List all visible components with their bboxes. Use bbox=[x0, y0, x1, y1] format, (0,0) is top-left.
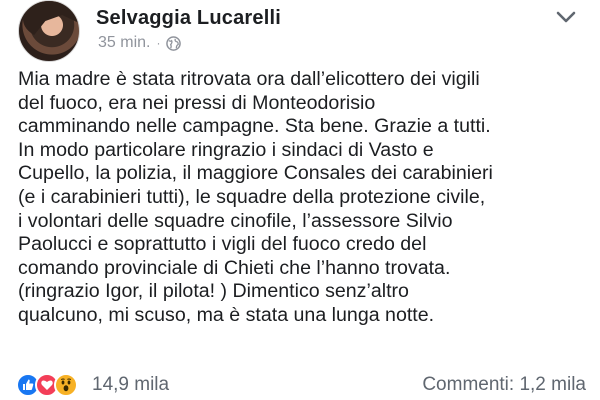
post-text-line: (ringrazio Igor, il pilota! ) Dimentico … bbox=[18, 280, 409, 303]
globe-icon[interactable] bbox=[166, 35, 182, 51]
post-header: Selvaggia Lucarelli 35 min. · bbox=[0, 0, 600, 64]
post-text-line: camminando nelle campagne. Sta bene. Gra… bbox=[18, 115, 491, 138]
post-text-line: Cupello, la polizia, il maggiore Consale… bbox=[18, 162, 493, 185]
post-text-line: del fuoco, era nei pressi di Monteodoris… bbox=[18, 91, 376, 114]
reaction-count[interactable]: 14,9 mila bbox=[92, 374, 169, 396]
post-text: Mia madre è stata ritrovata ora dall’eli… bbox=[18, 68, 590, 328]
post-time[interactable]: 35 min. bbox=[98, 34, 150, 52]
post-meta: 35 min. · bbox=[98, 34, 182, 52]
avatar-hair bbox=[23, 1, 79, 39]
comment-count[interactable]: Commenti: 1,2 mila bbox=[422, 374, 586, 396]
post-text-line: qualcuno, mi scuso, ma è stata una lunga… bbox=[18, 303, 435, 326]
post-text-line: Paolucci e soprattutto i vigli del fuoco… bbox=[18, 233, 427, 256]
author-name[interactable]: Selvaggia Lucarelli bbox=[96, 7, 281, 30]
post-text-line: comando provinciale di Chieti che l’hann… bbox=[18, 256, 451, 279]
meta-separator: · bbox=[156, 36, 161, 50]
post-footer: 14,9 mila Commenti: 1,2 mila bbox=[0, 372, 600, 400]
chevron-down-icon[interactable] bbox=[553, 8, 579, 26]
post-text-line: In modo particolare ringrazio i sindaci … bbox=[18, 138, 434, 161]
wow-icon bbox=[54, 373, 78, 397]
reaction-icons[interactable] bbox=[16, 373, 78, 397]
post-text-line: (e i carabinieri tutti), le squadre dell… bbox=[18, 185, 486, 208]
post-text-line: Mia madre è stata ritrovata ora dall’eli… bbox=[18, 68, 480, 90]
post-text-line: i volontari delle squadre cinofile, l’as… bbox=[18, 209, 453, 232]
avatar[interactable] bbox=[18, 0, 80, 62]
